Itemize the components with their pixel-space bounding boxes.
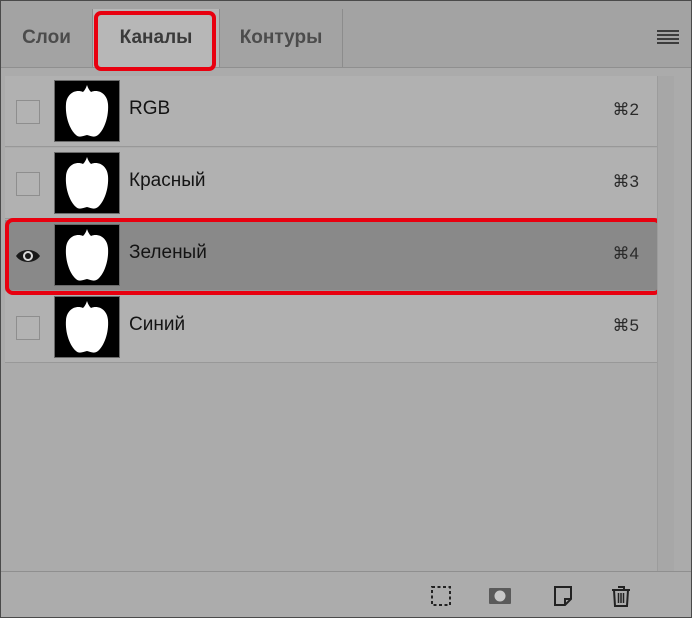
tab-channels[interactable]: Каналы	[93, 9, 220, 67]
channel-thumbnail	[54, 224, 120, 286]
channels-panel: Слои Каналы Контуры RGB ⌘2 Красный ⌘3 Зе…	[0, 0, 692, 618]
apple-thumbnail-icon	[65, 301, 109, 353]
channel-shortcut: ⌘2	[612, 100, 639, 119]
dashed-selection-icon[interactable]	[429, 584, 453, 608]
hamburger-menu-icon[interactable]	[657, 30, 679, 46]
channel-shortcut: ⌘5	[612, 316, 639, 335]
channel-shortcut: ⌘3	[612, 172, 639, 191]
visibility-toggle[interactable]	[16, 172, 40, 196]
channel-row-blue[interactable]: Синий ⌘5	[5, 292, 657, 363]
channel-name: Зеленый	[129, 242, 207, 263]
apple-thumbnail-icon	[65, 229, 109, 281]
channel-thumbnail	[54, 296, 120, 358]
channel-name: Синий	[129, 314, 186, 335]
channel-row-rgb[interactable]: RGB ⌘2	[5, 76, 657, 147]
visibility-toggle[interactable]	[16, 100, 40, 124]
channel-row-red[interactable]: Красный ⌘3	[5, 148, 657, 219]
visibility-toggle[interactable]	[16, 316, 40, 340]
tab-layers[interactable]: Слои	[1, 9, 93, 67]
channel-thumbnail	[54, 80, 120, 142]
channel-name: RGB	[129, 98, 171, 119]
tab-bar: Слои Каналы Контуры	[1, 1, 691, 68]
bottom-toolbar	[1, 571, 691, 617]
trash-icon[interactable]	[609, 584, 633, 608]
eye-icon[interactable]	[14, 244, 42, 268]
new-page-icon[interactable]	[551, 584, 575, 608]
mask-icon[interactable]	[488, 584, 512, 608]
channel-row-green[interactable]: Зеленый ⌘4	[5, 220, 657, 291]
scrollbar-track[interactable]	[657, 76, 674, 571]
apple-thumbnail-icon	[65, 157, 109, 209]
apple-thumbnail-icon	[65, 85, 109, 137]
tab-paths[interactable]: Контуры	[220, 9, 343, 67]
channel-shortcut: ⌘4	[612, 244, 639, 263]
channel-name: Красный	[129, 170, 206, 191]
channel-thumbnail	[54, 152, 120, 214]
channels-list: RGB ⌘2 Красный ⌘3 Зеленый ⌘4 Синий ⌘5	[5, 76, 657, 366]
